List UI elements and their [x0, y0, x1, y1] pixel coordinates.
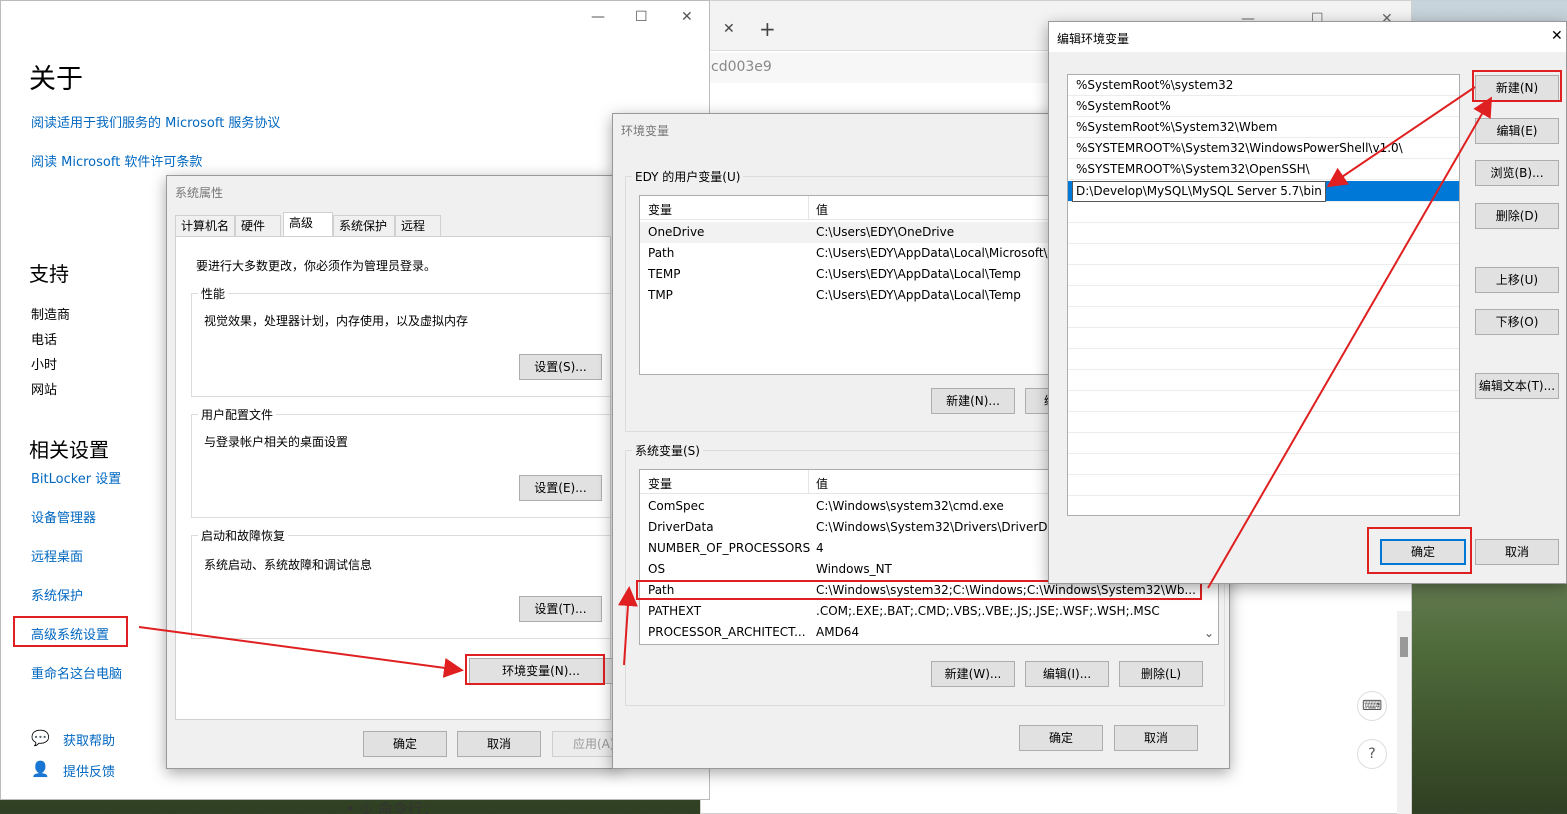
arrow-to-new-entry	[1326, 86, 1476, 188]
arrow-to-env-button	[138, 626, 464, 678]
annotation-arrows	[138, 86, 1493, 678]
arrow-to-path-row	[617, 586, 638, 666]
